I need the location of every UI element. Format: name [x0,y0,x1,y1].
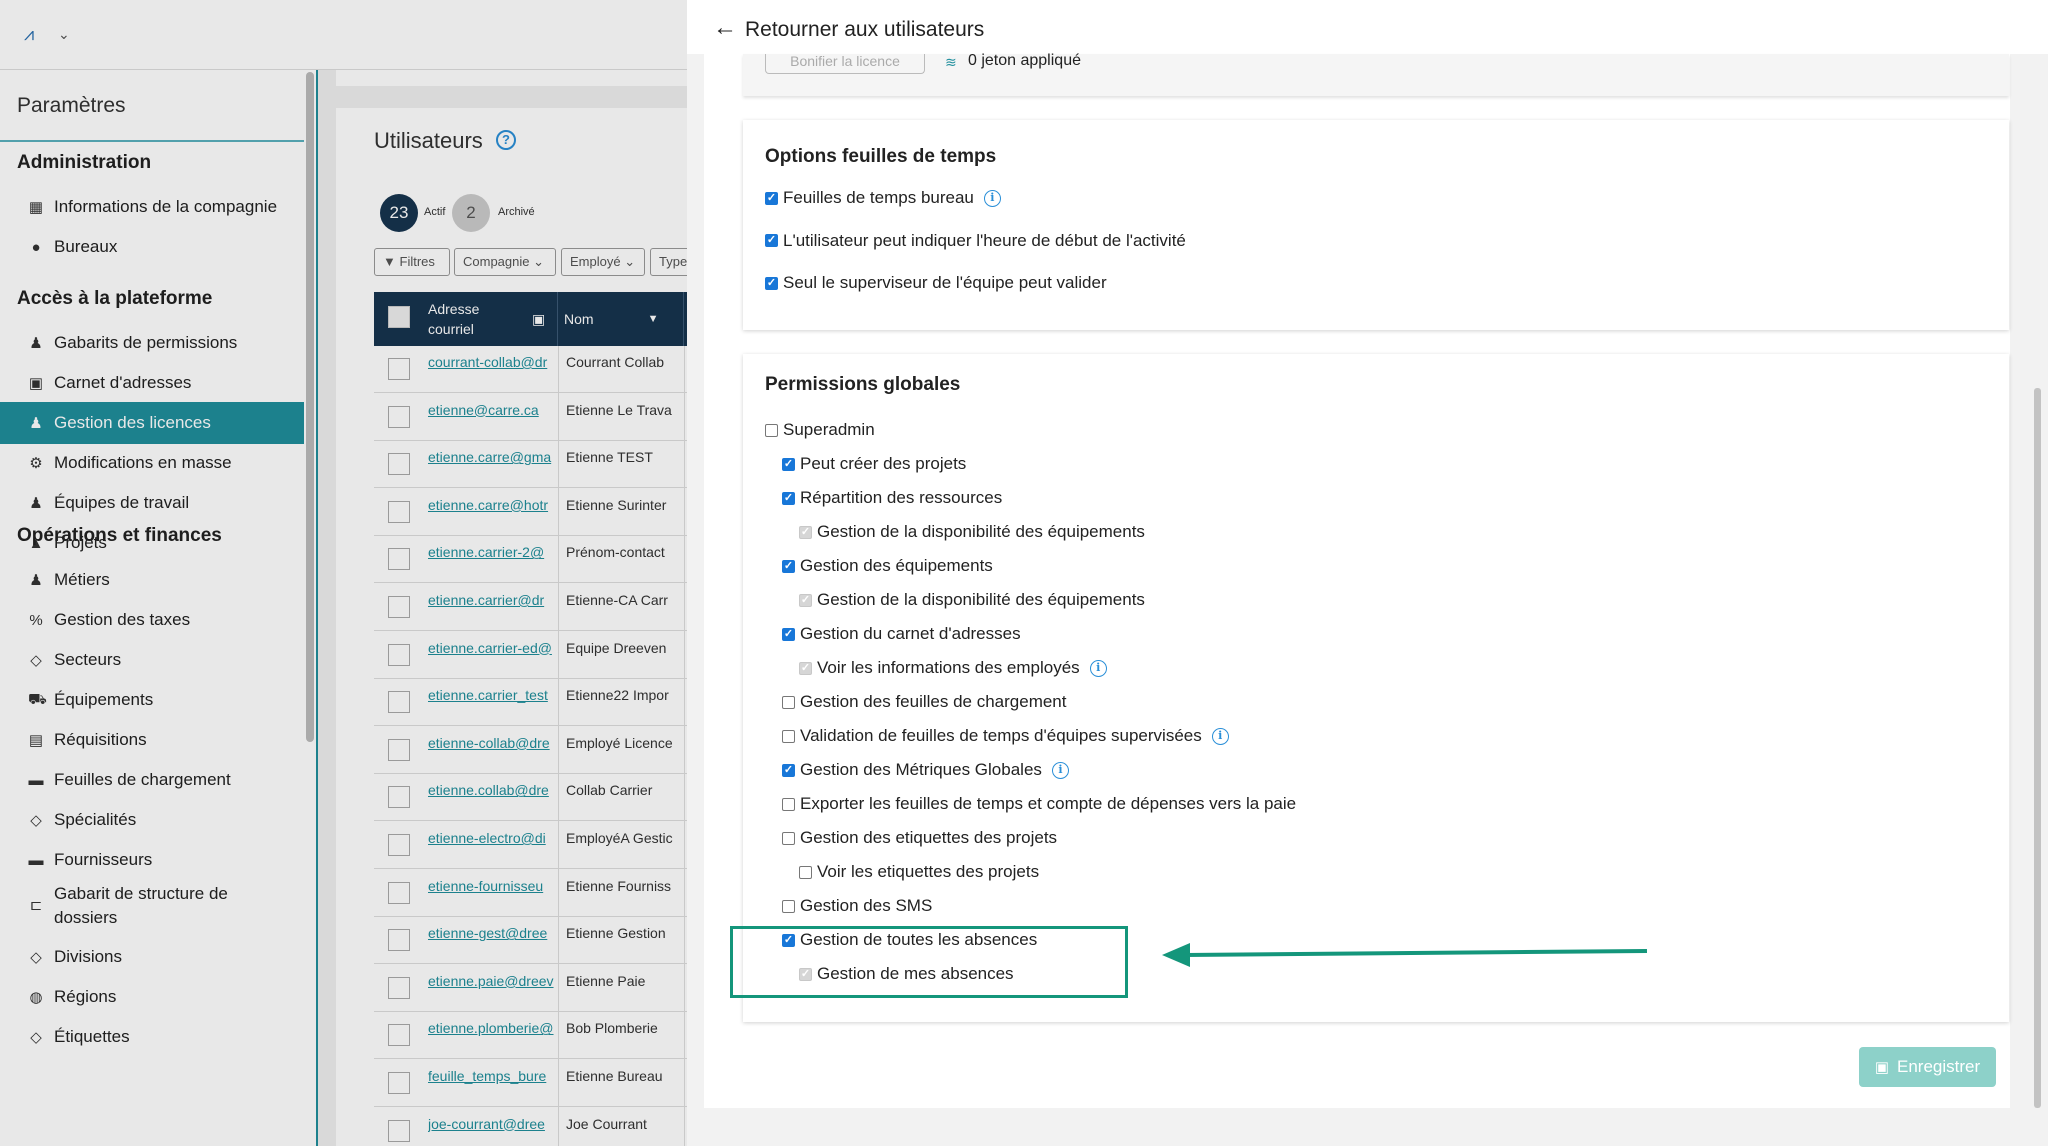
permission-checkbox[interactable] [782,695,795,709]
permission-option[interactable]: ✓ Gestion de la disponibilité des équipem… [799,522,1145,542]
permission-checkbox[interactable]: ✓ [782,763,795,777]
panel-scrollbar[interactable] [2034,388,2041,1108]
upgrade-license-button[interactable]: Bonifier la licence [765,54,925,74]
permission-option[interactable]: ✓ Gestion du carnet d'adresses [782,624,1021,644]
jeton-status: 0 jeton appliqué [968,52,1081,69]
permission-option[interactable]: Gestion des etiquettes des projets [782,828,1057,848]
save-icon: ▣ [1874,1059,1890,1076]
permission-checkbox[interactable] [765,423,778,437]
permission-checkbox[interactable] [782,797,795,811]
back-to-users-link[interactable]: Retourner aux utilisateurs [745,18,984,42]
panel-header: ← Retourner aux utilisateurs [687,0,2048,54]
permission-checkbox[interactable] [782,899,795,913]
permission-label: Gestion du carnet d'adresses [800,624,1021,643]
permission-label: L'utilisateur peut indiquer l'heure de d… [783,230,1186,250]
permission-label: Validation de feuilles de temps d'équipe… [800,726,1202,745]
permission-checkbox[interactable] [799,865,812,879]
permission-option[interactable]: Gestion des SMS [782,896,932,916]
permission-checkbox[interactable]: ✓ [765,276,778,290]
permission-label: Voir les etiquettes des projets [817,862,1040,881]
permission-label: Gestion des SMS [800,896,933,915]
permission-label: Voir les informations des employés [817,658,1080,677]
permission-checkbox: ✓ [799,661,812,675]
permission-label: Peut créer des projets [800,454,967,473]
permission-label: Superadmin [783,420,875,439]
permission-checkbox[interactable]: ✓ [782,627,795,641]
permission-option[interactable]: Validation de feuilles de temps d'équipe… [782,726,1229,746]
save-button-label: Enregistrer [1897,1057,1981,1076]
coins-icon: ≋ [945,54,957,70]
permission-option[interactable]: Exporter les feuilles de temps et compte… [782,794,1296,814]
permission-checkbox[interactable]: ✓ [782,491,795,505]
permission-option[interactable]: ✓ Répartition des ressources [782,488,1002,508]
permission-option[interactable]: ✓ Voir les informations des employés i [799,658,1107,678]
permission-checkbox[interactable]: ✓ [765,234,778,247]
info-icon[interactable]: i [1051,761,1069,779]
highlight-box [730,926,1128,998]
permission-checkbox[interactable] [782,831,795,845]
license-box: Bonifier la licence ≋ 0 jeton appliqué [743,52,2009,96]
permission-checkbox[interactable] [782,729,795,743]
permission-checkbox[interactable]: ✓ [765,191,778,205]
permission-checkbox[interactable]: ✓ [782,457,795,471]
permission-checkbox: ✓ [799,593,812,607]
permission-option[interactable]: ✓ Peut créer des projets [782,454,966,474]
permission-option[interactable]: Voir les etiquettes des projets [799,862,1039,882]
permission-label: Gestion des équipements [800,556,993,575]
permission-option[interactable]: ✓ L'utilisateur peut indiquer l'heure de … [765,231,1186,251]
info-icon[interactable]: i [983,189,1001,207]
permission-option[interactable]: ✓ Feuilles de temps bureau i [765,188,1001,208]
save-button[interactable]: ▣ Enregistrer [1859,1047,1996,1087]
permission-label: Gestion des Métriques Globales [800,760,1042,779]
permission-option[interactable]: ✓ Seul le superviseur de l'équipe peut va… [765,273,1107,293]
global-permissions-box: Permissions globales Superadmin ✓ Peut cré… [743,354,2009,1022]
permission-label: Gestion de la disponibilité des équipeme… [817,590,1145,609]
permission-label: Feuilles de temps bureau [783,188,974,207]
modal-backdrop[interactable] [0,0,687,1146]
permission-checkbox: ✓ [799,525,812,539]
arrow-left-icon[interactable]: ← [713,14,737,42]
permission-checkbox[interactable]: ✓ [782,559,795,573]
permission-option[interactable]: Superadmin [765,420,875,440]
timesheet-options-box: Options feuilles de temps ✓ Feuilles de t… [743,120,2009,330]
timesheet-options-title: Options feuilles de temps [765,146,997,167]
info-icon[interactable]: i [1089,659,1107,677]
global-permissions-title: Permissions globales [765,374,961,395]
permission-label: Seul le superviseur de l'équipe peut val… [783,273,1107,292]
permission-label: Gestion des etiquettes des projets [800,828,1058,847]
permission-option[interactable]: ✓ Gestion des équipements [782,556,993,576]
permission-label: Répartition des ressources [800,488,1003,507]
permission-option[interactable]: Gestion des feuilles de chargement [782,692,1067,712]
permission-label: Gestion de la disponibilité des équipeme… [817,522,1145,541]
info-icon[interactable]: i [1211,727,1229,745]
permission-label: Gestion des feuilles de chargement [800,692,1067,711]
permission-option[interactable]: ✓ Gestion de la disponibilité des équipem… [799,590,1145,610]
permission-option[interactable]: ✓ Gestion des Métriques Globales i [782,760,1069,780]
permission-label: Exporter les feuilles de temps et compte… [800,794,1297,813]
